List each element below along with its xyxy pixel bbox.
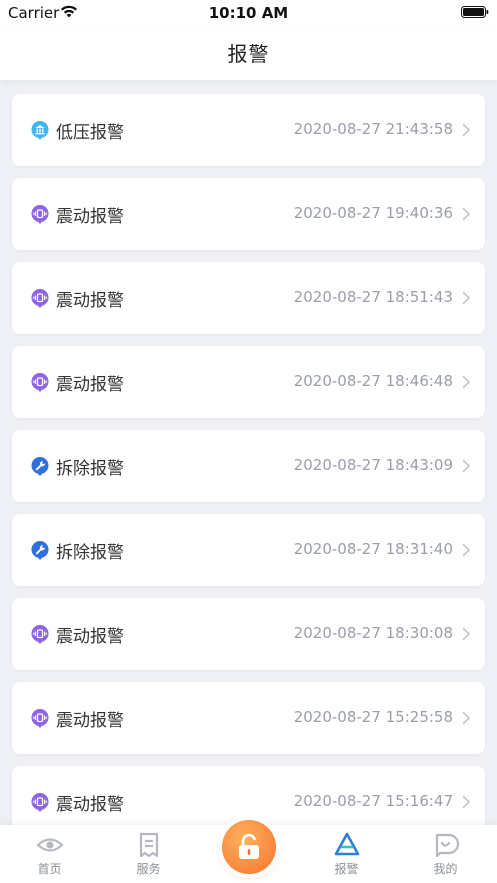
unlock-icon — [239, 833, 259, 859]
alarm-title: 震动报警 — [56, 291, 124, 311]
vibration-pin-icon — [31, 289, 49, 308]
chevron-right-icon — [462, 375, 471, 389]
alarm-time: 2020-08-27 19:40:36 — [293, 204, 453, 222]
unlock-button[interactable] — [222, 820, 276, 874]
tab-alarms[interactable]: 报警 — [297, 825, 396, 883]
status-bar: Carrier 10:10 AM — [0, 0, 497, 26]
alarm-item[interactable]: 震动报警 2020-08-27 19:40:36 — [12, 178, 485, 250]
chevron-right-icon — [462, 459, 471, 473]
alarm-item[interactable]: 震动报警 2020-08-27 15:25:58 — [12, 682, 485, 754]
alarm-item[interactable]: 震动报警 2020-08-27 18:51:43 — [12, 262, 485, 334]
eye-icon — [35, 838, 64, 852]
wrench-pin-icon — [31, 541, 49, 560]
vibration-pin-icon — [31, 793, 49, 812]
alarm-time: 2020-08-27 18:31:40 — [293, 540, 453, 558]
chevron-right-icon — [462, 207, 471, 221]
alarm-time: 2020-08-27 18:46:48 — [293, 372, 453, 390]
wrench-pin-icon — [31, 457, 49, 476]
tab-services[interactable]: 服务 — [99, 825, 198, 883]
alarm-list[interactable]: 低压报警 2020-08-27 21:43:58 震动报警 2020-08-27… — [0, 80, 497, 825]
alarm-title: 拆除报警 — [56, 543, 124, 563]
chevron-right-icon — [462, 711, 471, 725]
alarm-title: 震动报警 — [56, 795, 124, 815]
alarm-time: 2020-08-27 15:16:47 — [293, 792, 453, 810]
battery-icon — [461, 6, 489, 18]
tab-label: 我的 — [433, 862, 458, 876]
receipt-icon — [139, 832, 158, 858]
chevron-right-icon — [462, 795, 471, 809]
chevron-right-icon — [462, 627, 471, 641]
tab-label: 服务 — [136, 862, 161, 876]
building-pin-icon — [31, 121, 49, 140]
chevron-right-icon — [462, 123, 471, 137]
vibration-pin-icon — [31, 373, 49, 392]
vibration-pin-icon — [31, 205, 49, 224]
alarm-item[interactable]: 拆除报警 2020-08-27 18:43:09 — [12, 430, 485, 502]
tab-profile[interactable]: 我的 — [396, 825, 495, 883]
alarm-time: 2020-08-27 18:30:08 — [293, 624, 453, 642]
chevron-right-icon — [462, 291, 471, 305]
tab-label: 报警 — [334, 862, 359, 876]
chevron-right-icon — [462, 543, 471, 557]
page-title: 报警 — [227, 42, 270, 66]
alarm-triangle-icon — [334, 832, 359, 856]
tab-home[interactable]: 首页 — [0, 825, 99, 883]
alarm-item[interactable]: 震动报警 2020-08-27 15:16:47 — [12, 766, 485, 825]
clock: 10:10 AM — [208, 4, 289, 22]
alarm-time: 2020-08-27 18:51:43 — [293, 288, 453, 306]
alarm-time: 2020-08-27 15:25:58 — [293, 708, 453, 726]
alarm-time: 2020-08-27 18:43:09 — [293, 456, 453, 474]
alarm-item[interactable]: 震动报警 2020-08-27 18:30:08 — [12, 598, 485, 670]
alarm-title: 拆除报警 — [56, 459, 124, 479]
alarm-title: 震动报警 — [56, 207, 124, 227]
tab-label: 首页 — [37, 862, 62, 876]
vibration-pin-icon — [31, 709, 49, 728]
alarm-item[interactable]: 震动报警 2020-08-27 18:46:48 — [12, 346, 485, 418]
navigation-bar: 报警 — [0, 26, 497, 80]
alarm-title: 震动报警 — [56, 627, 124, 647]
alarm-item[interactable]: 拆除报警 2020-08-27 18:31:40 — [12, 514, 485, 586]
alarm-time: 2020-08-27 21:43:58 — [293, 120, 453, 138]
alarm-page: Carrier 10:10 AM 报警 低压报警 2020-08-27 21:4… — [0, 0, 497, 883]
alarm-item[interactable]: 低压报警 2020-08-27 21:43:58 — [12, 94, 485, 166]
alarm-title: 低压报警 — [56, 123, 124, 143]
profile-icon — [435, 833, 459, 858]
alarm-title: 震动报警 — [56, 711, 124, 731]
alarm-title: 震动报警 — [56, 375, 124, 395]
vibration-pin-icon — [31, 625, 49, 644]
